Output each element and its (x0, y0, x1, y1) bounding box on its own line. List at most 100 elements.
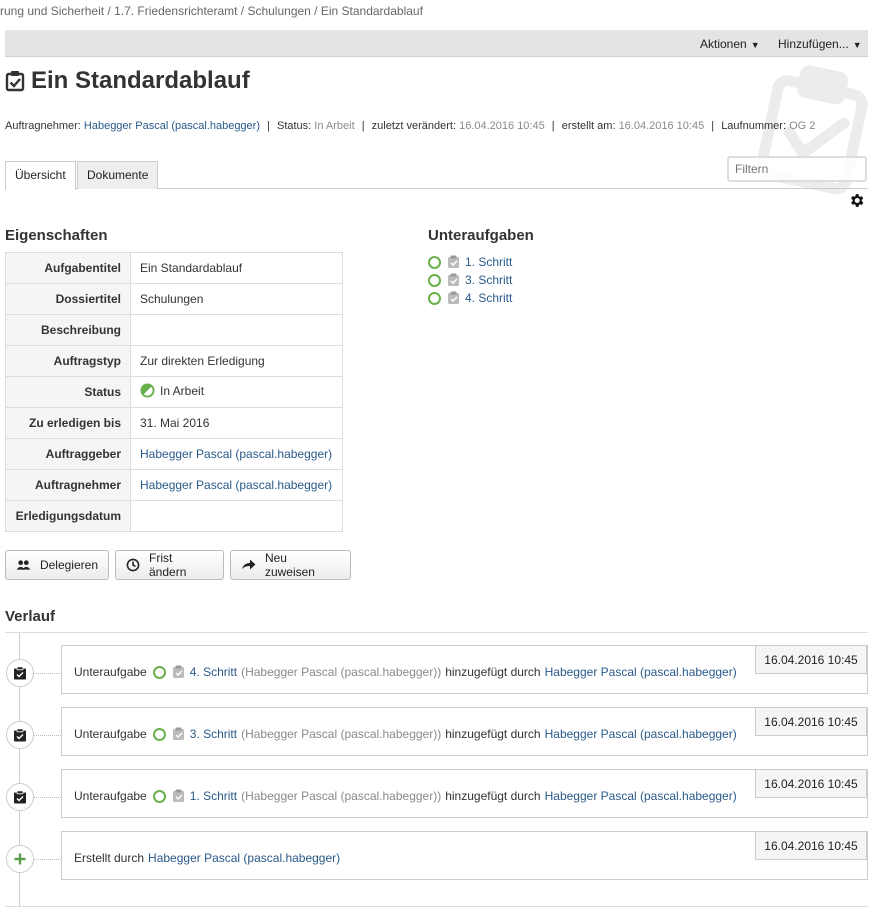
document-icon (448, 291, 459, 304)
change-deadline-button[interactable]: Frist ändern (115, 550, 224, 580)
tab-overview[interactable]: Übersicht (5, 161, 76, 190)
status-value: In Arbeit (314, 120, 355, 132)
clipboard-check-icon (5, 71, 25, 92)
list-item: 3. Schritt (428, 271, 512, 289)
subtask-link[interactable]: 1. Schritt (465, 255, 512, 269)
add-menu-label: Hinzufügen... (778, 37, 849, 51)
subtask-link[interactable]: 4. Schritt (465, 291, 512, 305)
property-key: Auftraggeber (5, 438, 131, 470)
document-icon (448, 273, 459, 286)
people-icon (16, 560, 31, 570)
property-value: Zur direkten Erledigung (130, 345, 343, 377)
property-value (130, 500, 343, 532)
status-open-icon (428, 291, 441, 305)
timeline-connector (34, 797, 61, 798)
document-icon (172, 789, 184, 802)
task-icon (6, 783, 34, 811)
history-entry: Unteraufgabe 4. Schritt (Habegger Pascal… (61, 645, 868, 694)
task-metadata: Auftragnehmer: Habegger Pascal (pascal.h… (5, 120, 816, 132)
status-label: Status: (276, 120, 312, 132)
table-row: Beschreibung (5, 314, 343, 346)
breadcrumb: rung und Sicherheit / 1.7. Friedensricht… (0, 4, 423, 18)
arrow-right-icon (241, 559, 256, 570)
history-entry-prefix: Unteraufgabe (74, 727, 147, 741)
history-entry-action: hinzugefügt durch (445, 789, 541, 803)
table-row: Auftragnehmer Habegger Pascal (pascal.hab… (5, 469, 343, 501)
properties-heading: Eigenschaften (5, 227, 108, 244)
caret-down-icon: ▼ (852, 40, 862, 50)
sequence-number-label: Laufnummer: (721, 120, 786, 132)
property-value: Habegger Pascal (pascal.habegger) (130, 438, 343, 470)
property-key: Beschreibung (5, 314, 131, 346)
page-title: Ein Standardablauf (5, 67, 250, 95)
assignee-link[interactable]: Habegger Pascal (pascal.habegger) (140, 478, 332, 492)
user-link[interactable]: Habegger Pascal (pascal.habegger) (545, 727, 737, 741)
status-open-icon (152, 727, 166, 741)
subtask-link[interactable]: 4. Schritt (190, 665, 237, 679)
table-row: Aufgabentitel Ein Standardablauf (5, 252, 343, 284)
property-key: Dossiertitel (5, 283, 131, 315)
subtasks-heading: Unteraufgaben (428, 227, 534, 244)
history-entry-date: 16.04.2016 10:45 (755, 645, 867, 674)
property-key: Zu erledigen bis (5, 407, 131, 439)
status-open-icon (428, 273, 441, 287)
subtask-link[interactable]: 3. Schritt (465, 273, 512, 287)
task-icon (6, 721, 34, 749)
filter-input[interactable] (727, 156, 867, 182)
status-text: In Arbeit (160, 383, 205, 398)
history-entry-prefix: Unteraufgabe (74, 665, 147, 679)
subtask-link[interactable]: 3. Schritt (190, 727, 237, 741)
reassign-button-label: Neu zuweisen (264, 551, 315, 579)
history-entry-assignee: (Habegger Pascal (pascal.habegger)) (241, 665, 442, 679)
reassign-button[interactable]: Neu zuweisen (230, 550, 351, 580)
history-entry: Erstellt durch Habegger Pascal (pascal.h… (61, 831, 868, 880)
property-value: Habegger Pascal (pascal.habegger) (130, 469, 343, 501)
actions-menu-label: Aktionen (700, 37, 747, 51)
created-label: erstellt am: (561, 120, 616, 132)
user-link[interactable]: Habegger Pascal (pascal.habegger) (545, 789, 737, 803)
table-row: Status In Arbeit (5, 376, 343, 408)
table-row: Zu erledigen bis 31. Mai 2016 (5, 407, 343, 439)
history-entry-assignee: (Habegger Pascal (pascal.habegger)) (241, 789, 442, 803)
timeline-connector (34, 673, 61, 674)
property-key: Auftragnehmer (5, 469, 131, 501)
status-open-icon (152, 789, 166, 803)
change-deadline-button-label: Frist ändern (149, 551, 187, 579)
history-entry: Unteraufgabe 1. Schritt (Habegger Pascal… (61, 769, 868, 818)
created-value: 16.04.2016 10:45 (618, 120, 705, 132)
history-entry-date: 16.04.2016 10:45 (755, 707, 867, 736)
delegate-button-label: Delegieren (39, 558, 98, 572)
actions-menu[interactable]: Aktionen ▼ (700, 37, 760, 51)
history-entry-prefix: Erstellt durch (74, 851, 145, 865)
history-entry-action: hinzugefügt durch (445, 727, 541, 741)
property-key: Auftragstyp (5, 345, 131, 377)
plus-icon (6, 845, 34, 873)
table-row: Auftragstyp Zur direkten Erledigung (5, 345, 343, 377)
history-entry-date: 16.04.2016 10:45 (755, 769, 867, 798)
subtask-link[interactable]: 1. Schritt (190, 789, 237, 803)
property-key: Aufgabentitel (5, 252, 131, 284)
assignee-link[interactable]: Habegger Pascal (pascal.habegger) (84, 120, 260, 132)
divider (5, 906, 868, 907)
sequence-number-value: OG 2 (789, 120, 816, 132)
status-open-icon (152, 665, 166, 679)
assignee-label: Auftragnehmer: (5, 120, 81, 132)
document-icon (172, 665, 184, 678)
issuer-link[interactable]: Habegger Pascal (pascal.habegger) (140, 447, 332, 461)
gear-icon[interactable] (848, 192, 865, 209)
add-menu[interactable]: Hinzufügen... ▼ (778, 37, 862, 51)
table-row: Auftraggeber Habegger Pascal (pascal.habe… (5, 438, 343, 470)
list-item: 1. Schritt (428, 253, 512, 271)
clock-icon (126, 558, 140, 572)
user-link[interactable]: Habegger Pascal (pascal.habegger) (148, 851, 340, 865)
delegate-button[interactable]: Delegieren (5, 550, 109, 580)
task-icon (6, 659, 34, 687)
timeline-connector (34, 859, 61, 860)
tab-documents[interactable]: Dokumente (77, 161, 159, 189)
document-icon (448, 255, 459, 268)
properties-table: Aufgabentitel Ein Standardablauf Dossiert… (5, 252, 343, 532)
history-entry: Unteraufgabe 3. Schritt (Habegger Pascal… (61, 707, 868, 756)
property-key: Status (5, 376, 131, 408)
user-link[interactable]: Habegger Pascal (pascal.habegger) (545, 665, 737, 679)
toolbar: Aktionen ▼ Hinzufügen... ▼ (5, 30, 868, 57)
